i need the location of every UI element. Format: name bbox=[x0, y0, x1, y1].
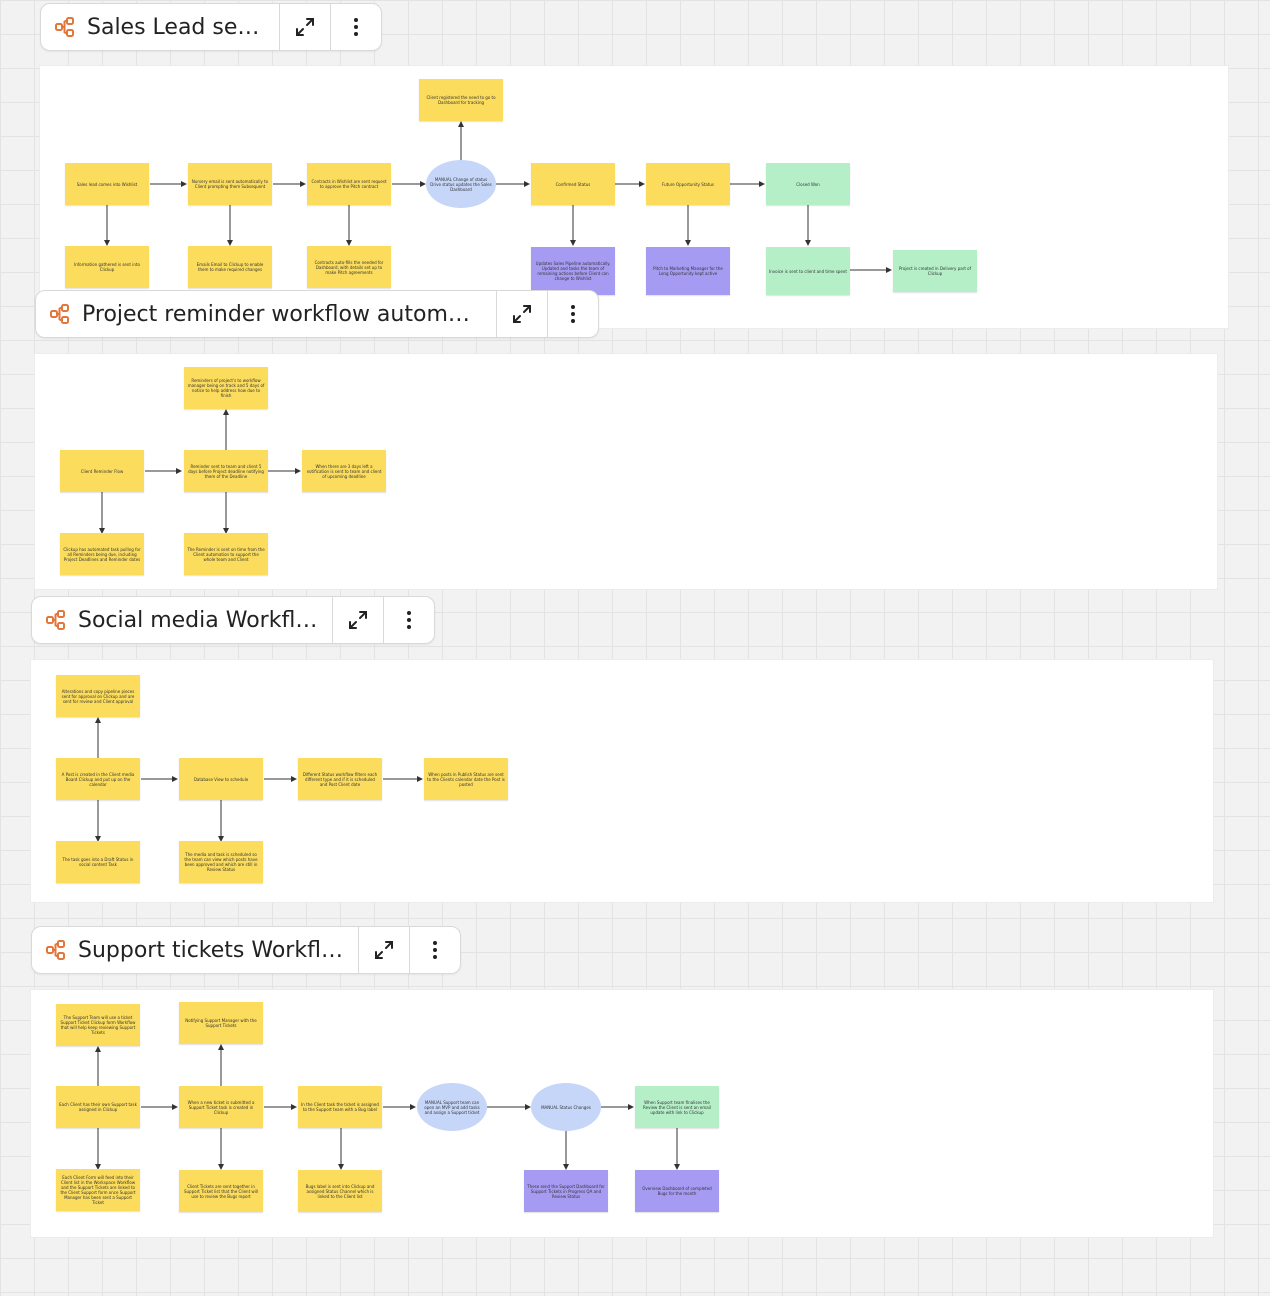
sticky-note[interactable]: Bugs label is sent into Clickup and assi… bbox=[298, 1170, 382, 1212]
sticky-note[interactable]: The Reminder is sent on time from the Cl… bbox=[184, 533, 268, 575]
diagram-icon bbox=[46, 610, 65, 630]
sticky-note[interactable]: Closed Won bbox=[766, 163, 850, 205]
sticky-note[interactable]: The task goes into a Draft Status in soc… bbox=[56, 841, 140, 883]
more-options-button[interactable] bbox=[547, 291, 598, 337]
sticky-note[interactable]: Sales lead comes into Wishlist bbox=[65, 163, 149, 205]
sticky-note[interactable]: Contracts auto-fills the needed for Dash… bbox=[307, 246, 391, 288]
sticky-note[interactable]: The Support Team will use a ticket Suppo… bbox=[56, 1004, 140, 1046]
frame-sales-canvas[interactable]: Client registered the need to go to Dash… bbox=[40, 66, 1228, 328]
more-options-button[interactable] bbox=[383, 597, 434, 643]
diagram-icon bbox=[46, 940, 65, 960]
sticky-note[interactable]: Pitch to Marketing Manager for the Long … bbox=[646, 247, 730, 295]
expand-button[interactable] bbox=[279, 4, 330, 50]
sticky-note[interactable]: Reminder sent to team and client 5 days … bbox=[184, 450, 268, 492]
sticky-note[interactable]: Client Reminder Flow bbox=[60, 450, 144, 492]
sticky-note[interactable]: Information gathered is sent into Clicku… bbox=[65, 246, 149, 288]
frame-social-canvas[interactable]: Alterations and copy pipeline pieces sen… bbox=[31, 660, 1213, 902]
expand-icon bbox=[513, 305, 531, 323]
more-vertical-icon bbox=[433, 941, 437, 959]
expand-button[interactable] bbox=[496, 291, 547, 337]
sticky-note[interactable]: A Post is created in the Client media Bo… bbox=[56, 758, 140, 800]
expand-button[interactable] bbox=[358, 927, 409, 973]
sticky-note[interactable]: Different Status workflow filters each d… bbox=[298, 758, 382, 800]
more-vertical-icon bbox=[571, 305, 575, 323]
sticky-note[interactable]: These send the Support Dashboard for Sup… bbox=[524, 1170, 608, 1212]
sticky-note[interactable]: In the Client task the ticket is assigne… bbox=[298, 1086, 382, 1128]
sticky-note[interactable]: Overview Dashboard of completed Bugs for… bbox=[635, 1170, 719, 1212]
sticky-note[interactable]: Client registered the need to go to Dash… bbox=[419, 79, 503, 121]
more-vertical-icon bbox=[407, 611, 411, 629]
diagram-icon bbox=[55, 17, 74, 37]
sticky-note[interactable]: Alterations and copy pipeline pieces sen… bbox=[56, 675, 140, 717]
sticky-note[interactable]: Reminders of project's to workflow manag… bbox=[184, 367, 268, 409]
frame-label-support[interactable]: Support tickets Workflow bbox=[31, 926, 461, 974]
decision-node[interactable]: MANUAL Change of status Drive status upd… bbox=[426, 160, 496, 208]
sticky-note[interactable]: Each Client Form will feed into their Cl… bbox=[56, 1169, 140, 1211]
expand-icon bbox=[349, 611, 367, 629]
sticky-note[interactable]: The media and task is scheduled so the t… bbox=[179, 841, 263, 883]
sticky-note[interactable]: Each Client has their own Support task a… bbox=[56, 1086, 140, 1128]
frame-title[interactable]: Sales Lead setup bbox=[87, 15, 279, 40]
frame-title[interactable]: Support tickets Workflow bbox=[78, 938, 358, 963]
sticky-note[interactable]: Future Opportunity Status bbox=[646, 163, 730, 205]
frame-project-canvas[interactable]: Reminders of project's to workflow manag… bbox=[35, 354, 1217, 589]
frame-title[interactable]: Project reminder workflow automati… bbox=[82, 302, 496, 327]
frame-support-canvas[interactable]: The Support Team will use a ticket Suppo… bbox=[31, 990, 1213, 1237]
sticky-note[interactable]: Updates Sales Pipeline automatically. Up… bbox=[531, 247, 615, 295]
sticky-note[interactable]: Project is created in Delivery part of C… bbox=[893, 250, 977, 292]
frame-label-social[interactable]: Social media Workflow bbox=[31, 596, 435, 644]
sticky-note[interactable]: Client Tickets are sent together in Supp… bbox=[179, 1170, 263, 1212]
sticky-note[interactable]: Contracts in Wishlist are sent request t… bbox=[307, 163, 391, 205]
sticky-note[interactable]: Clickup has automated task pulling for a… bbox=[60, 533, 144, 575]
decision-node[interactable]: MANUAL Status Changes bbox=[531, 1083, 601, 1131]
sticky-note[interactable]: When there are 3 days left a notificatio… bbox=[302, 450, 386, 492]
expand-button[interactable] bbox=[332, 597, 383, 643]
sticky-note[interactable]: Confirmed Status bbox=[531, 163, 615, 205]
diagram-icon bbox=[50, 304, 69, 324]
decision-node[interactable]: MANUAL Support team can open an MVP and … bbox=[417, 1083, 487, 1131]
more-options-button[interactable] bbox=[330, 4, 381, 50]
sticky-note[interactable]: When a new ticket is submitted a Support… bbox=[179, 1086, 263, 1128]
sticky-note[interactable]: Notifying Support Manager with the Suppo… bbox=[179, 1002, 263, 1044]
sticky-note[interactable]: Invoice is sent to client and time spent bbox=[766, 247, 850, 295]
more-options-button[interactable] bbox=[409, 927, 460, 973]
expand-icon bbox=[375, 941, 393, 959]
frame-title[interactable]: Social media Workflow bbox=[78, 608, 332, 633]
sticky-note[interactable]: When Support team finalises the Review t… bbox=[635, 1086, 719, 1128]
frame-label-project[interactable]: Project reminder workflow automati… bbox=[35, 290, 599, 338]
frame-label-sales[interactable]: Sales Lead setup bbox=[40, 3, 382, 51]
sticky-note[interactable]: When posts in Publish Status are sent to… bbox=[424, 758, 508, 800]
more-vertical-icon bbox=[354, 18, 358, 36]
sticky-note[interactable]: Nursery email is sent automatically to C… bbox=[188, 163, 272, 205]
sticky-note[interactable]: Database View to schedule bbox=[179, 758, 263, 800]
expand-icon bbox=[296, 18, 314, 36]
sticky-note[interactable]: Emails Email to Clickup to enable them t… bbox=[188, 246, 272, 288]
